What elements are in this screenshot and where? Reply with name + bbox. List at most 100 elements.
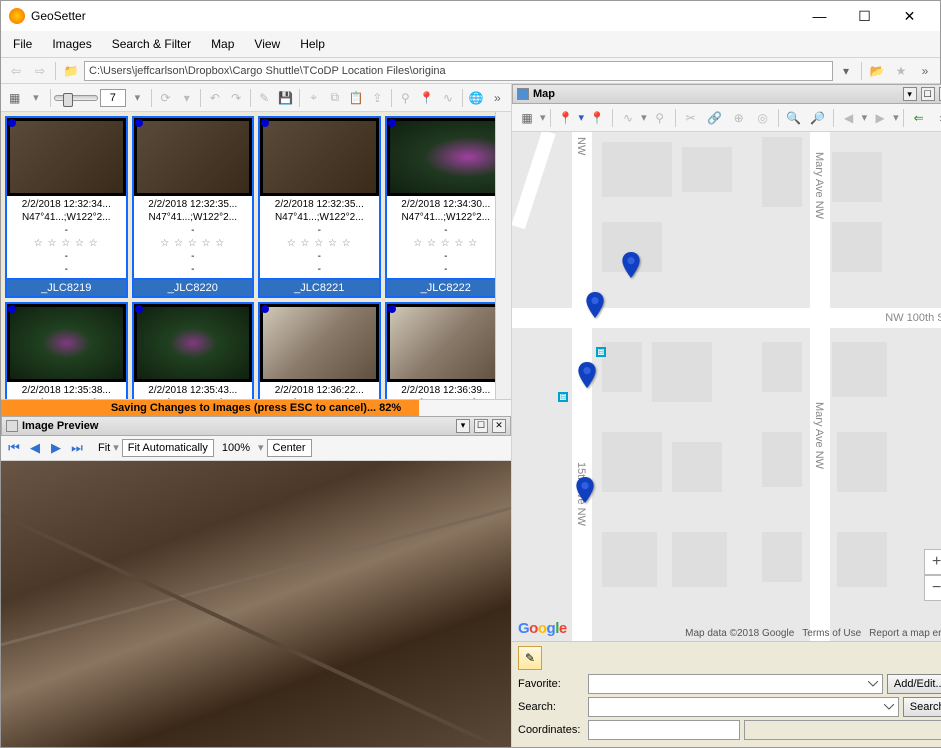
tool-target-button[interactable]: ◎ [752,107,774,129]
addr-dropdown-button[interactable]: ▾ [835,60,857,82]
map-zoom-out-button[interactable]: − [924,575,941,601]
thumbnail-card[interactable]: 2/2/2018 12:36:39...N47°41...;W122°2...-… [385,302,508,399]
menu-map[interactable]: Map [203,33,242,55]
zoom-combo[interactable]: 100% [217,440,255,456]
add-edit-button[interactable]: Add/Edit... [887,674,941,694]
thumbnail-filename[interactable]: _JLC8219 [7,280,126,296]
thumbnail-image[interactable] [260,304,379,382]
marker-dropdown[interactable]: ▾ [579,111,585,124]
history-back-button[interactable]: ◀ [838,107,860,129]
undo-button[interactable]: ↶ [205,87,224,109]
thumbnail-card[interactable]: 2/2/2018 12:35:38...N47°41...;W122°2...-… [5,302,128,399]
thumbnail-card[interactable]: 2/2/2018 12:35:43...N47°41...;W122°2...-… [132,302,255,399]
size-dropdown[interactable]: ▾ [128,87,147,109]
tool-link-button[interactable]: 🔗 [704,107,726,129]
sync-gps-button[interactable]: ⌖ [304,87,323,109]
fit-label[interactable]: Fit [98,440,110,456]
track-dropdown[interactable]: ▾ [641,111,647,124]
preview-maximize-button[interactable]: ☐ [474,419,488,433]
preview-next-button[interactable]: ▶ [47,439,65,457]
report-error-link[interactable]: Report a map error [869,628,941,639]
favorites-button[interactable]: ★ [890,60,912,82]
preview-prev-button[interactable]: ◀ [26,439,44,457]
preview-image[interactable] [1,461,511,748]
address-input[interactable] [84,61,833,81]
apply-button[interactable]: ⇐ [908,107,930,129]
thumbnail-card[interactable]: 2/2/2018 12:36:22...N47°41...;W122°2...-… [258,302,381,399]
edit-data-button[interactable]: ✎ [255,87,274,109]
zoom-in-button[interactable]: 🔍 [783,107,805,129]
thumbnail-filename[interactable]: _JLC8222 [387,280,506,296]
view-mode-button[interactable]: ▦ [5,87,24,109]
edit-location-button[interactable]: ✎ [518,646,542,670]
export-button[interactable]: ⇪ [368,87,387,109]
thumbnail-rating[interactable]: ☆ ☆ ☆ ☆ ☆ [136,237,251,250]
preview-first-button[interactable]: ⏮ [5,439,23,457]
folder-up-button[interactable]: 📁 [60,60,82,82]
map-marker[interactable] [586,292,604,318]
fit-mode-combo[interactable]: Fit Automatically [122,439,214,457]
toolbar-overflow-button[interactable]: » [488,87,507,109]
map-mode-dropdown[interactable]: ▾ [540,111,546,124]
fit-dropdown-icon[interactable]: ▾ [113,441,119,454]
google-earth-button[interactable]: 🌐 [466,87,485,109]
search-button[interactable]: Search [903,697,941,717]
search-combo[interactable] [588,697,899,717]
thumbnail-card[interactable]: 2/2/2018 12:32:35...N47°41...;W122°2...-… [132,116,255,298]
view-mode-dropdown[interactable]: ▾ [26,87,45,109]
tool-crosshair-button[interactable]: ⊕ [728,107,750,129]
minimize-button[interactable]: — [797,1,842,31]
thumbnail-filename[interactable]: _JLC8220 [134,280,253,296]
show-on-map-button[interactable]: ⚲ [396,87,415,109]
thumbnail-size-slider[interactable] [54,95,97,101]
map-maximize-button[interactable]: ☐ [921,87,935,101]
menu-view[interactable]: View [246,33,288,55]
nav-back-button[interactable]: ⇦ [5,60,27,82]
thumbnail-image[interactable] [7,304,126,382]
terms-link[interactable]: Terms of Use [802,628,861,639]
tool-cut-button[interactable]: ✂ [680,107,702,129]
preview-last-button[interactable]: ⏭ [68,439,86,457]
favorite-combo[interactable] [588,674,883,694]
thumbnail-filename[interactable]: _JLC8221 [260,280,379,296]
track-button[interactable]: ∿ [617,107,639,129]
maximize-button[interactable]: ☐ [842,1,887,31]
tracks-button[interactable]: ∿ [438,87,457,109]
copy-button[interactable]: ⧉ [325,87,344,109]
preview-menu-button[interactable]: ▾ [456,419,470,433]
history-fwd-button[interactable]: ▶ [869,107,891,129]
zoom-dropdown-icon[interactable]: ▾ [258,441,264,454]
map-mode-button[interactable]: ▦ [516,107,538,129]
thumbnail-image[interactable] [134,118,253,196]
map-zoom-in-button[interactable]: + [924,549,941,575]
assign-marker-button[interactable]: 📍 [417,87,436,109]
coordinates-input[interactable] [588,720,740,740]
close-button[interactable]: ✕ [887,1,932,31]
fwd-dropdown[interactable]: ▾ [893,111,899,124]
paste-button[interactable]: 📋 [346,87,365,109]
back-dropdown[interactable]: ▾ [862,111,868,124]
thumbnail-image[interactable] [260,118,379,196]
thumbnail-rating[interactable]: ☆ ☆ ☆ ☆ ☆ [9,237,124,250]
toolbar-overflow-button[interactable]: » [914,60,936,82]
map-menu-button[interactable]: ▾ [903,87,917,101]
center-button[interactable]: Center [267,439,312,457]
map-marker[interactable] [622,252,640,278]
thumbnail-image[interactable] [387,118,506,196]
marker-alt-button[interactable]: 📍 [586,107,608,129]
thumbnail-rating[interactable]: ☆ ☆ ☆ ☆ ☆ [389,237,504,250]
thumbnail-card[interactable]: 2/2/2018 12:32:35...N47°41...;W122°2...-… [258,116,381,298]
thumbnail-image[interactable] [387,304,506,382]
map-overflow-button[interactable]: » [932,107,941,129]
menu-help[interactable]: Help [292,33,333,55]
thumbnail-rating[interactable]: ☆ ☆ ☆ ☆ ☆ [262,237,377,250]
open-folder-button[interactable]: 📂 [866,60,888,82]
zoom-out-button[interactable]: 🔎 [807,107,829,129]
menu-file[interactable]: File [5,33,40,55]
map-marker[interactable] [578,362,596,388]
thumbnail-card[interactable]: 2/2/2018 12:32:34...N47°41...;W122°2...-… [5,116,128,298]
zoom-to-button[interactable]: ⚲ [649,107,671,129]
redo-button[interactable]: ↷ [226,87,245,109]
menu-images[interactable]: Images [44,33,99,55]
thumbnail-card[interactable]: 2/2/2018 12:34:30...N47°41...;W122°2...-… [385,116,508,298]
